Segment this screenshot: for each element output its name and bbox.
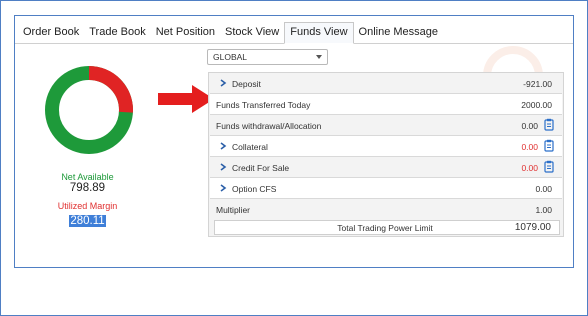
funds-row-label: Deposit [232,79,261,89]
funds-row-collateral[interactable]: Collateral 0.00 [210,136,562,157]
utilized-margin-label: Utilized Margin [57,201,118,211]
funds-view-panel: Order Book Trade Book Net Position Stock… [14,15,574,268]
segment-select[interactable]: GLOBAL [207,49,328,65]
total-trading-power-row: Total Trading Power Limit 1079.00 [214,220,560,235]
donut-utilized-segment [88,66,133,113]
funds-row-withdrawal-allocation: Funds withdrawal/Allocation 0.00 [210,115,562,136]
funds-row-value: 2000.00 [521,100,552,110]
net-available-label: Net Available [61,172,114,182]
chevron-right-icon[interactable] [218,162,228,172]
chevron-right-icon[interactable] [218,141,228,151]
tab-net-position[interactable]: Net Position [151,25,220,43]
tab-stock-view[interactable]: Stock View [220,25,284,43]
funds-row-credit-for-sale[interactable]: Credit For Sale 0.00 [210,157,562,178]
tab-bar: Order Book Trade Book Net Position Stock… [15,22,573,44]
clipboard-icon[interactable] [544,160,554,173]
funds-row-value: -921.00 [523,79,552,89]
funds-row-label: Credit For Sale [232,163,290,173]
tab-order-book[interactable]: Order Book [18,25,84,43]
funds-row-label: Option CFS [232,184,277,194]
funds-row-label: Multiplier [216,205,251,215]
funds-row-value: 1.00 [535,205,552,215]
clipboard-icon[interactable] [544,118,554,131]
tab-trade-book[interactable]: Trade Book [84,25,150,43]
funds-row-value: 0.00 [521,142,538,152]
funds-row-value: 0.00 [535,184,552,194]
chevron-right-icon[interactable] [218,78,228,88]
segment-select-value: GLOBAL [213,52,248,62]
funds-row-multiplier: Multiplier 1.00 [210,199,562,219]
net-available-value: 798.89 [69,182,106,194]
funds-row-label: Funds Transferred Today [216,100,311,110]
total-trading-power-value: 1079.00 [514,222,551,233]
tab-funds-view[interactable]: Funds View [284,22,354,44]
funds-row-deposit[interactable]: Deposit -921.00 [210,73,562,94]
funds-row-transferred-today: Funds Transferred Today 2000.00 [210,94,562,115]
funds-row-label: Collateral [232,142,268,152]
margin-donut-chart [45,66,133,154]
funds-row-value: 0.00 [521,121,538,131]
funds-row-label: Funds withdrawal/Allocation [216,121,322,131]
utilized-margin-value: 280.11 [69,215,106,227]
funds-table: Deposit -921.00 Funds Transferred Today … [208,72,564,237]
chevron-right-icon[interactable] [218,183,228,193]
tab-online-message[interactable]: Online Message [354,25,444,43]
chevron-down-icon [316,55,322,59]
funds-row-option-cfs[interactable]: Option CFS 0.00 [210,178,562,199]
utilized-margin-value-wrap: 280.11 [15,211,160,229]
funds-row-value: 0.00 [521,163,538,173]
total-trading-power-label: Total Trading Power Limit [337,223,433,233]
clipboard-icon[interactable] [544,139,554,152]
